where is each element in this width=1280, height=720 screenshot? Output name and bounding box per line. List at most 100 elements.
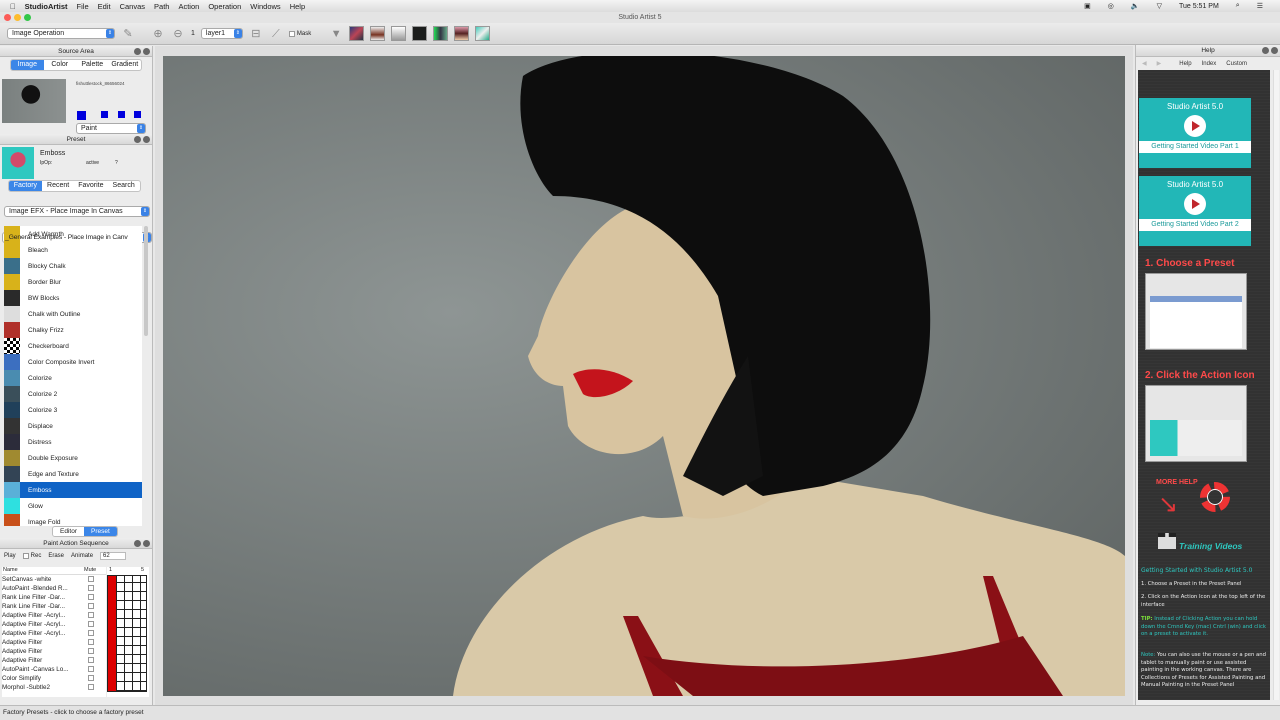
menu-canvas[interactable]: Canvas — [120, 2, 145, 11]
mute-checkbox[interactable] — [88, 630, 94, 636]
sequence-row[interactable]: Adaptive Filter -Acryl... — [2, 629, 106, 638]
tab-palette[interactable]: Palette — [76, 60, 109, 70]
mute-checkbox[interactable] — [88, 594, 94, 600]
clapperboard-icon[interactable] — [1158, 533, 1176, 549]
help-nav-help[interactable]: Help — [1179, 61, 1191, 67]
clock[interactable]: Tue 5:51 PM — [1179, 3, 1219, 10]
close-icon[interactable] — [143, 540, 150, 547]
help-scrollbar[interactable] — [1273, 70, 1279, 700]
menu-action[interactable]: Action — [178, 2, 199, 11]
mask-checkbox[interactable] — [288, 30, 295, 37]
sequence-row[interactable]: SetCanvas -white — [2, 575, 106, 584]
tab-image[interactable]: Image — [11, 60, 44, 70]
sequence-row[interactable]: Adaptive Filter — [2, 647, 106, 656]
settings-icon[interactable] — [134, 48, 141, 55]
sequence-row[interactable]: Rank Line Filter -Dar... — [2, 602, 106, 611]
video-link-part-1[interactable]: Studio Artist 5.0 Getting Started Video P… — [1139, 98, 1251, 168]
sequence-row[interactable]: Adaptive Filter -Acryl... — [2, 611, 106, 620]
forward-arrow-icon[interactable]: ▶ — [1157, 60, 1162, 67]
close-icon[interactable] — [143, 136, 150, 143]
preset-list-item[interactable]: Blocky Chalk — [4, 258, 142, 274]
video-link-part-2[interactable]: Studio Artist 5.0 Getting Started Video P… — [1139, 176, 1251, 246]
mute-checkbox[interactable] — [88, 585, 94, 591]
mute-checkbox[interactable] — [88, 684, 94, 690]
sequence-row[interactable]: Rank Line Filter -Dar... — [2, 593, 106, 602]
zoom-out-icon[interactable]: ⊖ — [171, 27, 185, 41]
preset-list-scrollbar[interactable] — [144, 226, 148, 336]
tab-factory[interactable]: Factory — [9, 181, 42, 191]
dropdown-triangle-icon[interactable]: ▼ — [329, 27, 343, 41]
minimize-window-button[interactable] — [14, 14, 21, 21]
recent-preset-thumb-1[interactable] — [349, 26, 365, 41]
rec-checkbox[interactable] — [22, 553, 29, 559]
menu-operation[interactable]: Operation — [208, 2, 241, 11]
preset-list-item[interactable]: Bleach — [4, 242, 142, 258]
wifi-icon[interactable]: ▽ — [1157, 2, 1162, 10]
display-icon[interactable]: ▣ — [1084, 2, 1091, 10]
menu-help[interactable]: Help — [290, 2, 305, 11]
recent-preset-thumb-3[interactable] — [391, 26, 407, 41]
tab-color[interactable]: Color — [44, 60, 77, 70]
sequence-row[interactable]: Color Simplify — [2, 674, 106, 683]
recent-preset-thumb-5[interactable] — [433, 26, 449, 41]
mute-checkbox[interactable] — [88, 603, 94, 609]
mute-checkbox[interactable] — [88, 576, 94, 582]
mute-checkbox[interactable] — [88, 639, 94, 645]
close-icon[interactable] — [143, 48, 150, 55]
menu-path[interactable]: Path — [154, 2, 169, 11]
sequence-row[interactable]: Adaptive Filter — [2, 656, 106, 665]
tab-editor[interactable]: Editor — [53, 527, 84, 536]
close-window-button[interactable] — [4, 14, 11, 21]
settings-icon[interactable] — [1262, 47, 1269, 54]
preset-list-item[interactable]: Checkerboard — [4, 338, 142, 354]
brush-icon[interactable]: ⟋ — [269, 27, 283, 41]
mute-checkbox[interactable] — [88, 675, 94, 681]
tab-favorite[interactable]: Favorite — [75, 181, 108, 191]
color-swatch-2[interactable] — [101, 111, 108, 118]
lifebuoy-icon[interactable] — [1200, 482, 1230, 512]
close-icon[interactable] — [1271, 47, 1278, 54]
sequence-row[interactable]: AutoPaint -Blended R... — [2, 584, 106, 593]
preset-list-item[interactable]: Image Fold — [4, 514, 142, 526]
preset-list-item[interactable]: Distress — [4, 434, 142, 450]
sequence-row[interactable]: Adaptive Filter -Acryl... — [2, 620, 106, 629]
frames-input[interactable]: 62 — [100, 552, 127, 560]
settings-icon[interactable] — [134, 136, 141, 143]
sequence-row[interactable]: Morphol -Subtle2 — [2, 683, 106, 692]
menu-file[interactable]: File — [77, 2, 89, 11]
preset-list-item[interactable]: Emboss — [4, 482, 142, 498]
working-canvas[interactable] — [163, 56, 1125, 696]
tab-preset[interactable]: Preset — [83, 527, 117, 536]
preset-list-item[interactable]: Chalk with Outline — [4, 306, 142, 322]
sync-icon[interactable]: ◎ — [1108, 2, 1114, 10]
preset-list-item[interactable]: Colorize — [4, 370, 142, 386]
play-button[interactable]: Play — [4, 553, 16, 559]
preset-list-item[interactable]: Displace — [4, 418, 142, 434]
preset-list-item[interactable]: Colorize 2 — [4, 386, 142, 402]
action-icon[interactable]: ✎ — [121, 27, 135, 41]
volume-icon[interactable]: 🔈 — [1131, 2, 1140, 10]
help-nav-custom[interactable]: Custom — [1226, 61, 1247, 67]
preset-list-item[interactable]: Colorize 3 — [4, 402, 142, 418]
operation-select[interactable]: Image Operation ⇕ — [7, 28, 115, 39]
mute-checkbox[interactable] — [88, 621, 94, 627]
tab-gradient[interactable]: Gradient — [109, 60, 142, 70]
layer-options-icon[interactable]: ⊟ — [249, 27, 263, 41]
preset-list-item[interactable]: Glow — [4, 498, 142, 514]
preset-list-item[interactable]: Color Composite Invert — [4, 354, 142, 370]
back-arrow-icon[interactable]: ◀ — [1142, 60, 1147, 67]
settings-icon[interactable] — [134, 540, 141, 547]
recent-preset-thumb-4[interactable] — [412, 26, 428, 41]
erase-button[interactable]: Erase — [48, 553, 64, 559]
animate-button[interactable]: Animate — [71, 553, 93, 559]
preset-list-item[interactable]: Edge and Texture — [4, 466, 142, 482]
sequence-row[interactable]: Adaptive Filter — [2, 638, 106, 647]
recent-preset-thumb-2[interactable] — [370, 26, 386, 41]
category-select[interactable]: Image EFX - Place Image In Canvas ⇕ — [4, 206, 150, 217]
mute-checkbox[interactable] — [88, 666, 94, 672]
tab-recent[interactable]: Recent — [42, 181, 75, 191]
preset-list-item[interactable]: Double Exposure — [4, 450, 142, 466]
zoom-window-button[interactable] — [24, 14, 31, 21]
menu-edit[interactable]: Edit — [98, 2, 111, 11]
apple-icon[interactable]:  — [10, 2, 16, 11]
